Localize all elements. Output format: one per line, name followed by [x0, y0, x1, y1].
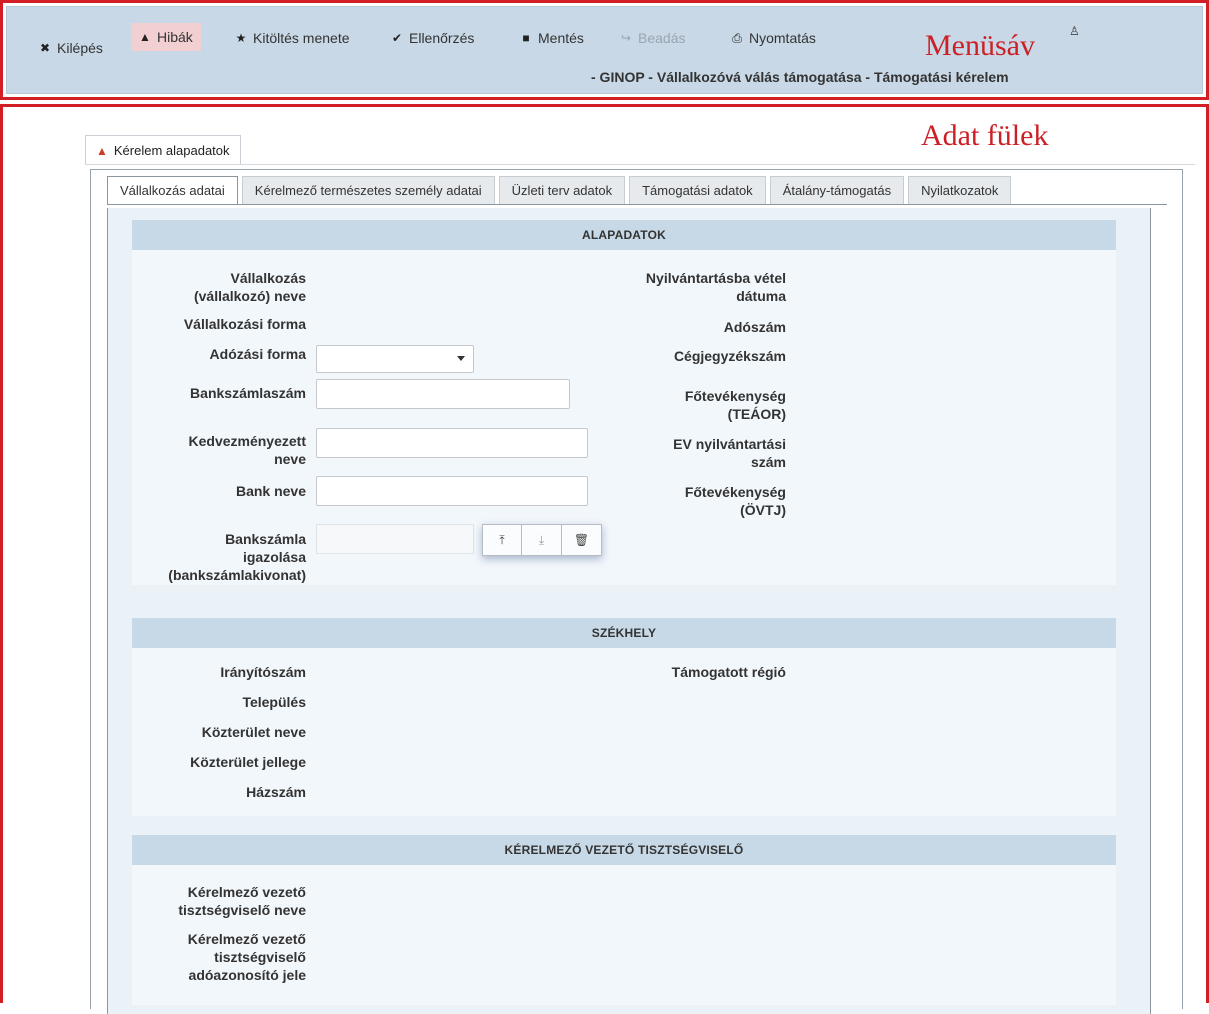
user-icon[interactable]: ♙	[1069, 24, 1080, 38]
bank-account-input[interactable]	[316, 379, 570, 409]
save-icon: ■	[522, 31, 530, 45]
star-icon: ★	[235, 31, 247, 45]
warning-icon: ▲	[139, 30, 151, 44]
label-street-type: Közterület jellege	[190, 754, 306, 770]
section-alapadatok: ALAPADATOK Vállalkozás (vállalkozó) neve…	[132, 220, 1116, 585]
check-label: Ellenőrzés	[409, 30, 475, 46]
label-registration-date: Nyilvántartásba vétel dátuma	[645, 270, 786, 304]
label-company-reg-number: Cégjegyzékszám	[673, 348, 786, 364]
upload-icon: ⤒	[499, 532, 505, 547]
download-icon: ⤓	[538, 532, 545, 547]
share-icon: ↪	[620, 31, 632, 45]
label-company-form: Vállalkozási forma	[183, 316, 306, 332]
check-button[interactable]: ✔ Ellenőrzés	[391, 30, 474, 46]
close-icon: ✖	[39, 41, 51, 55]
checkmark-icon: ✔	[391, 31, 403, 45]
label-company-name: Vállalkozás (vállalkozó) neve	[193, 270, 306, 304]
data-tabs-annotation: Adat fülek	[921, 119, 1049, 152]
tax-form-select[interactable]	[316, 345, 474, 373]
exit-label: Kilépés	[57, 40, 103, 56]
sub-tabs: Vállalkozás adatai Kérelmező természetes…	[107, 176, 1012, 204]
delete-button[interactable]: 🗑	[562, 524, 602, 556]
filling-guide-button[interactable]: ★ Kitöltés menete	[235, 30, 350, 46]
label-region: Támogatott régió	[671, 664, 786, 680]
file-action-buttons: ⤒ ⤓ 🗑	[482, 524, 602, 556]
form-area: ALAPADATOK Vállalkozás (vállalkozó) neve…	[107, 208, 1151, 1014]
tab-atalany-tamogatas[interactable]: Átalány-támogatás	[769, 176, 905, 204]
trash-icon: 🗑	[573, 533, 590, 547]
errors-label: Hibák	[157, 29, 193, 45]
label-beneficiary: Kedvezményezett neve	[188, 433, 307, 467]
bank-proof-file-input[interactable]	[316, 524, 474, 554]
section-header: SZÉKHELY	[132, 618, 1116, 648]
label-tax-form: Adózási forma	[209, 346, 306, 362]
errors-button[interactable]: ▲ Hibák	[131, 23, 201, 51]
tab-tamogatasi-adatok[interactable]: Támogatási adatok	[629, 176, 766, 204]
breadcrumb: - GINOP - Vállalkozóvá válás támogatása …	[591, 69, 1009, 85]
content-frame: Adat fülek ▲ Kérelem alapadatok Vállalko…	[0, 104, 1209, 1014]
tab-kerelem-alapadatok-label: Kérelem alapadatok	[113, 143, 230, 158]
download-button[interactable]: ⤓	[522, 524, 562, 556]
sub-tab-divider	[107, 204, 1167, 205]
menubar: ✖ Kilépés ▲ Hibák ★ Kitöltés menete ✔ El…	[6, 6, 1203, 94]
tab-nyilatkozatok[interactable]: Nyilatkozatok	[908, 176, 1012, 204]
submit-label: Beadás	[638, 30, 686, 46]
tab-termeszetes-szemely[interactable]: Kérelmező természetes személy adatai	[241, 176, 495, 204]
label-street: Közterület neve	[201, 724, 306, 740]
filling-guide-label: Kitöltés menete	[253, 30, 350, 46]
label-ev-reg-number: EV nyilvántartási szám	[673, 436, 786, 470]
beneficiary-input[interactable]	[316, 428, 588, 458]
inner-panel: Vállalkozás adatai Kérelmező természetes…	[90, 169, 1183, 1014]
submit-button[interactable]: ↪ Beadás	[620, 30, 686, 46]
label-tax-number: Adószám	[723, 319, 786, 335]
section-szekhely: SZÉKHELY Irányítószám Település Közterül…	[132, 618, 1116, 816]
label-officer-name: Kérelmező vezető tisztségviselő neve	[178, 884, 306, 918]
section-vezeto: KÉRELMEZŐ VEZETŐ TISZTSÉGVISELŐ Kérelmez…	[132, 835, 1116, 1005]
tab-vallalkozas-adatai[interactable]: Vállalkozás adatai	[107, 176, 238, 204]
tab-uzleti-terv[interactable]: Üzleti terv adatok	[498, 176, 626, 204]
save-button[interactable]: ■ Mentés	[520, 30, 584, 46]
label-zip: Irányítószám	[220, 664, 306, 680]
section-header: ALAPADATOK	[132, 220, 1116, 250]
print-label: Nyomtatás	[749, 30, 816, 46]
chevron-down-icon	[457, 356, 465, 361]
label-main-activity-ovtj: Főtevékenység (ÖVTJ)	[684, 484, 786, 518]
print-icon: ⎙	[732, 30, 742, 45]
save-label: Mentés	[538, 30, 584, 46]
upload-button[interactable]: ⤒	[482, 524, 522, 556]
print-button[interactable]: ⎙ Nyomtatás	[731, 30, 816, 46]
section-header: KÉRELMEZŐ VEZETŐ TISZTSÉGVISELŐ	[132, 835, 1116, 865]
label-house-number: Házszám	[246, 784, 306, 800]
label-officer-tax-id: Kérelmező vezető tisztségviselő adóazono…	[187, 931, 306, 983]
menubar-frame: ✖ Kilépés ▲ Hibák ★ Kitöltés menete ✔ El…	[0, 0, 1209, 100]
tab-divider	[85, 164, 1195, 165]
label-bank-proof: Bankszámla igazolása (bankszámlakivonat)	[168, 531, 306, 583]
tab-kerelem-alapadatok[interactable]: ▲ Kérelem alapadatok	[85, 135, 241, 165]
label-city: Település	[242, 694, 306, 710]
label-bank-account: Bankszámlaszám	[190, 385, 306, 401]
label-main-activity-teaor: Főtevékenység (TEÁOR)	[684, 388, 786, 422]
exit-button[interactable]: ✖ Kilépés	[39, 40, 103, 56]
warning-icon: ▲	[96, 143, 108, 158]
bank-name-input[interactable]	[316, 476, 588, 506]
menubar-annotation: Menüsáv	[925, 29, 1035, 62]
label-bank-name: Bank neve	[235, 483, 306, 499]
